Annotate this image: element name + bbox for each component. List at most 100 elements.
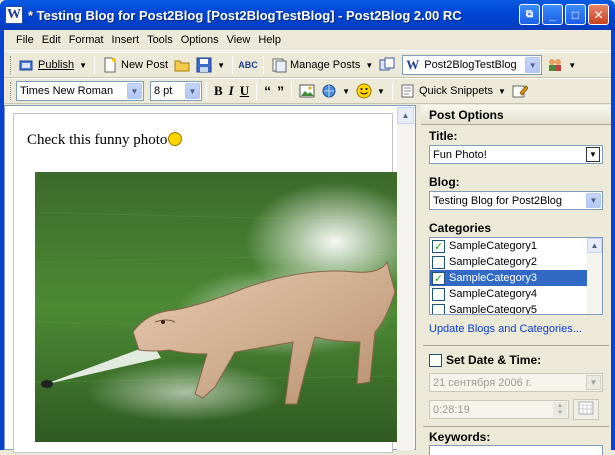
category-item[interactable]: SampleCategory2 (430, 254, 602, 270)
checkbox[interactable] (432, 287, 445, 301)
chevron-down-icon[interactable]: ▼ (185, 83, 200, 99)
chevron-down-icon[interactable]: ▼ (79, 61, 87, 70)
category-label: SampleCategory4 (449, 288, 538, 300)
menu-help[interactable]: Help (256, 34, 287, 46)
publish-button[interactable]: Publish ▼ (16, 55, 90, 75)
scroll-up-arrow[interactable]: ▲ (587, 238, 602, 253)
menu-options[interactable]: Options (179, 34, 225, 46)
bold-button[interactable]: B (211, 81, 226, 101)
app-icon[interactable]: W (5, 6, 23, 24)
chevron-down-icon[interactable]: ▼ (217, 61, 225, 70)
keywords-field[interactable] (429, 445, 603, 455)
title-field[interactable]: Fun Photo! ▼ (429, 145, 603, 164)
italic-button[interactable]: I (226, 81, 237, 101)
chevron-down-icon[interactable]: ▼ (525, 57, 541, 73)
quote-open-button[interactable]: “ (261, 81, 274, 101)
manage-posts-button[interactable]: Manage Posts ▼ (268, 55, 376, 75)
editor-area[interactable]: Check this funny photo ▲ (4, 105, 416, 453)
chevron-down-icon[interactable]: ▼ (127, 83, 142, 99)
scroll-up-arrow[interactable]: ▲ (397, 107, 414, 124)
toolbar-grip[interactable] (10, 56, 13, 74)
category-item[interactable]: SampleCategory4 (430, 286, 602, 302)
divider (423, 426, 609, 427)
categories-list[interactable]: ✓ SampleCategory1 SampleCategory2 ✓ Sample… (429, 237, 603, 315)
chevron-down-icon[interactable]: ▼ (342, 87, 350, 96)
menu-file[interactable]: File (14, 34, 40, 46)
categories-scrollbar[interactable]: ▲ (587, 238, 602, 314)
time-field[interactable]: 0:28:19 ▲ ▼ (429, 400, 569, 419)
menu-tools[interactable]: Tools (145, 34, 179, 46)
users-icon (547, 57, 563, 73)
blog-field[interactable]: Testing Blog for Post2Blog ▼ (429, 191, 603, 210)
blog-select[interactable]: W Post2BlogTestBlog ▼ (402, 55, 543, 75)
editor-text[interactable]: Check this funny photo (27, 132, 183, 149)
update-blogs-link[interactable]: Update Blogs and Categories... (429, 323, 582, 335)
menu-view[interactable]: View (225, 34, 257, 46)
checkbox[interactable]: ✓ (432, 271, 445, 285)
font-size-select[interactable]: 8 pt ▼ (150, 81, 202, 101)
chevron-down-icon[interactable]: ▼ (568, 61, 576, 70)
open-button[interactable] (171, 55, 193, 75)
spellcheck-button[interactable]: ABC (237, 55, 259, 75)
menu-insert[interactable]: Insert (110, 34, 146, 46)
blogs-button[interactable] (376, 55, 398, 75)
blog-field-value: Testing Blog for Post2Blog (433, 194, 563, 207)
toolbar-separator (256, 82, 258, 100)
embedded-photo[interactable] (35, 172, 397, 442)
new-post-button[interactable]: New Post (99, 55, 171, 75)
set-date-checkbox[interactable] (429, 353, 442, 367)
chevron-down-icon[interactable]: ▼ (377, 87, 385, 96)
checkbox[interactable]: ✓ (432, 239, 445, 253)
date-field[interactable]: 21 сентября 2006 г. ▼ (429, 373, 603, 392)
category-label: SampleCategory5 (449, 304, 538, 315)
underline-button[interactable]: U (237, 81, 252, 101)
editor-document[interactable]: Check this funny photo (13, 113, 397, 453)
users-button[interactable]: ▼ (544, 55, 579, 75)
category-item[interactable]: SampleCategory5 (430, 302, 602, 315)
quick-snippets-button[interactable]: Quick Snippets ▼ (397, 81, 509, 101)
insert-image-button[interactable] (296, 81, 318, 101)
quote-close-button[interactable]: ” (274, 81, 287, 101)
manage-posts-icon (271, 57, 287, 73)
title-bar[interactable]: W * Testing Blog for Post2Blog [Post2Blo… (0, 0, 615, 30)
wordpress-icon: W (406, 57, 420, 72)
category-label: SampleCategory3 (449, 272, 538, 284)
restore-icon[interactable]: ⧉ (519, 4, 540, 25)
smiley-icon (168, 132, 183, 146)
chevron-down-icon[interactable]: ▼ (498, 87, 506, 96)
close-button[interactable]: ✕ (588, 4, 609, 25)
insert-link-button[interactable]: ▼ (318, 81, 353, 101)
save-icon (196, 57, 212, 73)
insert-smiley-button[interactable]: ▼ (353, 81, 388, 101)
checkbox[interactable] (432, 303, 445, 314)
time-spinner[interactable]: ▲ ▼ (553, 402, 567, 417)
menu-format[interactable]: Format (67, 34, 110, 46)
edit-snippets-button[interactable] (509, 81, 531, 101)
chevron-down-icon[interactable]: ▼ (365, 61, 373, 70)
toolbar-grip[interactable] (10, 82, 13, 100)
set-date-row[interactable]: Set Date & Time: (429, 353, 541, 367)
set-date-label: Set Date & Time: (446, 353, 542, 367)
checkbox[interactable] (432, 255, 445, 269)
category-label: SampleCategory1 (449, 240, 538, 252)
maximize-button[interactable]: □ (565, 4, 586, 25)
chevron-down-icon[interactable]: ▼ (586, 375, 601, 390)
toolbar-separator (206, 82, 207, 100)
menu-edit[interactable]: Edit (40, 34, 67, 46)
panel-title: Post Options (421, 105, 611, 125)
toolbar-separator (291, 82, 293, 100)
title-label: Title: (429, 129, 458, 143)
chevron-down-icon[interactable]: ▼ (586, 193, 601, 208)
editor-scrollbar[interactable]: ▲ (397, 107, 414, 450)
font-select[interactable]: Times New Roman ▼ (16, 81, 144, 101)
keywords-label: Keywords: (429, 430, 491, 444)
category-item[interactable]: ✓ SampleCategory1 (430, 238, 602, 254)
window-title: * Testing Blog for Post2Blog [Post2BlogT… (28, 7, 462, 23)
calendar-button[interactable] (573, 399, 599, 420)
post-options-panel: Post Options Title: Fun Photo! ▼ Blog: T… (421, 105, 611, 455)
save-button[interactable]: ▼ (193, 55, 228, 75)
snippets-icon (400, 83, 416, 99)
category-item[interactable]: ✓ SampleCategory3 (430, 270, 602, 286)
chevron-down-icon[interactable]: ▼ (586, 147, 600, 162)
minimize-button[interactable]: _ (542, 4, 563, 25)
